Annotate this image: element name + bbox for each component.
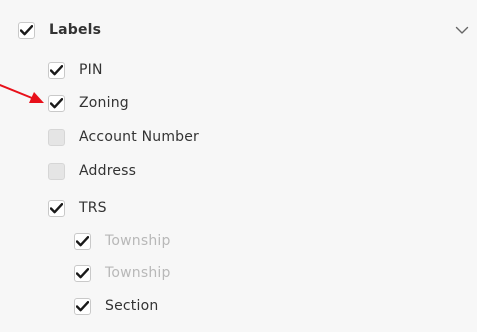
chevron-down-icon[interactable] <box>455 24 469 36</box>
address-label: Address <box>79 163 137 179</box>
section-checkbox[interactable] <box>74 297 91 315</box>
account-number-checkbox[interactable] <box>48 128 65 146</box>
checkmark-icon <box>76 300 89 311</box>
labels-checkbox[interactable] <box>18 21 35 39</box>
label-option-township-2[interactable]: Township <box>74 260 171 286</box>
label-option-trs[interactable]: TRS <box>48 195 107 221</box>
checkmark-icon <box>20 24 33 35</box>
checkmark-icon <box>76 267 89 278</box>
checkmark-icon <box>76 235 89 246</box>
checkmark-icon <box>50 64 63 75</box>
township-2-checkbox[interactable] <box>74 264 91 282</box>
trs-label: TRS <box>79 200 107 216</box>
pin-checkbox[interactable] <box>48 61 65 79</box>
labels-header[interactable]: Labels <box>18 17 101 43</box>
labels-panel: Labels PIN Zoning Account Number Address <box>0 0 477 332</box>
zoning-checkbox[interactable] <box>48 94 65 112</box>
label-option-zoning[interactable]: Zoning <box>48 90 129 116</box>
checkmark-icon <box>50 202 63 213</box>
checkmark-icon <box>50 97 63 108</box>
label-option-pin[interactable]: PIN <box>48 57 103 83</box>
address-checkbox[interactable] <box>48 162 65 180</box>
account-number-label: Account Number <box>79 129 200 145</box>
section-label: Section <box>105 298 159 314</box>
label-option-account-number[interactable]: Account Number <box>48 124 199 150</box>
labels-header-label: Labels <box>49 22 102 38</box>
label-option-address[interactable]: Address <box>48 158 136 184</box>
township-2-label: Township <box>105 265 171 281</box>
label-option-section[interactable]: Section <box>74 293 158 319</box>
trs-checkbox[interactable] <box>48 199 65 217</box>
label-option-township-1[interactable]: Township <box>74 228 171 254</box>
township-1-label: Township <box>105 233 171 249</box>
township-1-checkbox[interactable] <box>74 232 91 250</box>
zoning-label: Zoning <box>79 95 129 111</box>
pin-label: PIN <box>79 62 103 78</box>
